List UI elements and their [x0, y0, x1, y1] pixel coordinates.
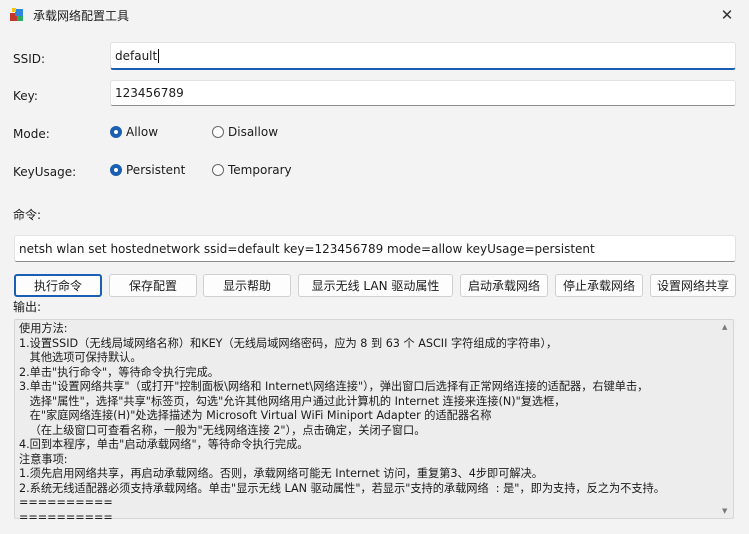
mode-label: Mode: — [13, 127, 50, 141]
output-line: 2.系统无线适配器必须支持承载网络。单击"显示无线 LAN 驱动属性"，若显示"… — [19, 481, 665, 495]
output-line: 其他选项可保持默认。 — [19, 351, 142, 364]
output-line: 3.单击"设置网络共享"（或打开"控制面板\网络和 Internet\网络连接"… — [19, 380, 649, 393]
radio-selected-icon — [110, 126, 122, 138]
output-scrollbar[interactable]: ▲ ▼ — [719, 320, 733, 518]
show-wlan-driver-button[interactable]: 显示无线 LAN 驱动属性 — [298, 274, 453, 297]
ssid-input[interactable]: default — [110, 42, 736, 70]
command-label: 命令: — [13, 208, 42, 222]
start-hosted-network-button[interactable]: 启动承载网络 — [460, 274, 548, 297]
stop-hosted-network-button[interactable]: 停止承载网络 — [555, 274, 643, 297]
output-line: 使用方法: — [19, 322, 68, 335]
ssid-value: default — [115, 48, 158, 63]
mode-allow-label: Allow — [126, 125, 159, 139]
output-line: 注意事项: — [19, 452, 68, 466]
setup-network-sharing-button[interactable]: 设置网络共享 — [650, 274, 736, 297]
show-help-button[interactable]: 显示帮助 — [203, 274, 291, 297]
mode-allow-radio[interactable]: Allow — [110, 125, 158, 139]
radio-selected-icon — [110, 164, 122, 176]
network-app-icon — [10, 8, 23, 21]
output-line: 1.须先启用网络共享，再启动承载网络。否则，承载网络可能无 Internet 访… — [19, 467, 543, 480]
output-line: （在上级窗口可查看名称，一般为"无线网络连接 2"），点击确定，关闭子窗口。 — [19, 423, 426, 437]
radio-unselected-icon — [212, 126, 224, 138]
output-line: ========== — [19, 496, 113, 509]
radio-unselected-icon — [212, 164, 224, 176]
output-line: ========== — [19, 510, 113, 524]
output-textarea[interactable]: 使用方法: 1.设置SSID（无线局域网络名称）和KEY（无线局域网络密码，应为 … — [14, 319, 734, 524]
mode-disallow-radio[interactable]: Disallow — [212, 125, 278, 139]
command-value: netsh wlan set hostednetwork ssid=defaul… — [19, 241, 595, 256]
text-caret — [158, 48, 160, 63]
keyusage-persistent-radio[interactable]: Persistent — [110, 163, 185, 177]
output-line: 2.单击"执行命令"，等待命令执行完成。 — [19, 365, 219, 379]
scroll-down-arrow-icon[interactable]: ▼ — [722, 507, 727, 515]
keyusage-label: KeyUsage: — [13, 165, 77, 179]
key-input[interactable]: 123456789 — [110, 80, 736, 106]
output-line: 在"家庭网络连接(H)"处选择描述为 Microsoft Virtual WiF… — [19, 409, 492, 422]
key-value: 123456789 — [115, 86, 184, 100]
keyusage-temporary-radio[interactable]: Temporary — [212, 163, 292, 177]
keyusage-temporary-label: Temporary — [228, 163, 292, 177]
key-label: Key: — [13, 89, 38, 103]
ssid-label: SSID: — [13, 52, 46, 66]
window-title: 承载网络配置工具 — [33, 9, 130, 23]
output-text: 使用方法: 1.设置SSID（无线局域网络名称）和KEY（无线局域网络密码，应为 … — [19, 322, 715, 525]
mode-disallow-label: Disallow — [228, 125, 279, 139]
keyusage-persistent-label: Persistent — [126, 163, 186, 177]
output-line: 选择"属性"，选择"共享"标签页，勾选"允许其他网络用户通过此计算机的 Inte… — [19, 394, 566, 408]
command-input[interactable]: netsh wlan set hostednetwork ssid=defaul… — [14, 235, 736, 262]
save-config-button[interactable]: 保存配置 — [109, 274, 197, 297]
close-icon[interactable]: ✕ — [705, 0, 749, 30]
output-line: 1.设置SSID（无线局域网络名称）和KEY（无线局域网络密码，应为 8 到 6… — [19, 336, 558, 350]
scroll-up-arrow-icon[interactable]: ▲ — [722, 323, 727, 331]
execute-command-button[interactable]: 执行命令 — [14, 274, 102, 297]
output-line: 4.回到本程序，单击"启动承载网络"，等待命令执行完成。 — [19, 438, 309, 451]
output-label: 输出: — [13, 300, 42, 314]
title-bar: 承载网络配置工具 ✕ — [0, 0, 749, 30]
